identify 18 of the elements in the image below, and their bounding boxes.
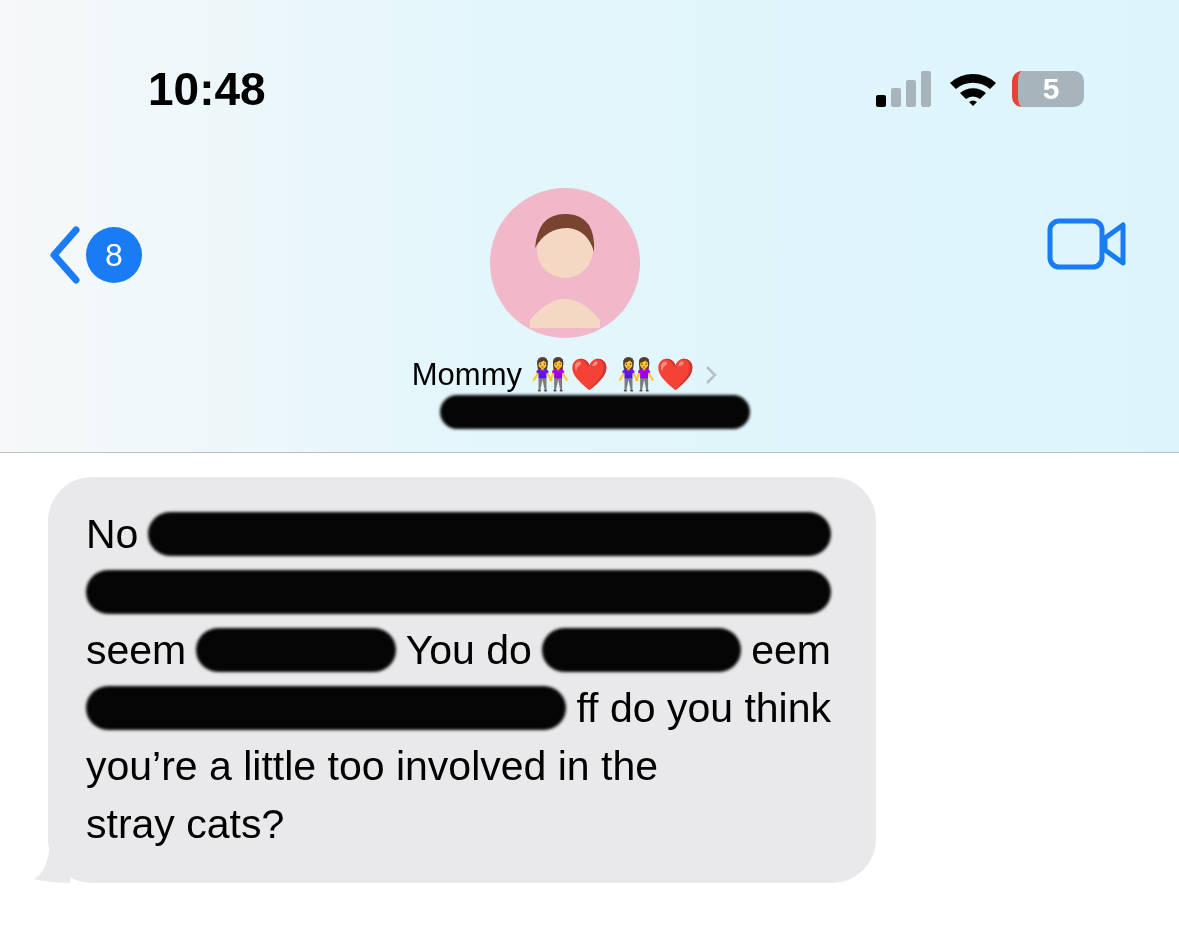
signal-icon	[876, 71, 934, 107]
message-text: ff do you think	[576, 684, 831, 732]
message-text: stray cats?	[86, 800, 285, 848]
status-time: 10:48	[148, 62, 267, 116]
video-call-icon[interactable]	[1047, 218, 1127, 270]
message-text: you’re a little too involved in the	[86, 742, 659, 790]
message-text: You do	[405, 626, 532, 674]
battery-icon: 5	[1012, 71, 1084, 107]
message-text: eem	[751, 626, 831, 674]
back-button[interactable]: 8	[48, 226, 142, 284]
chevron-right-icon	[705, 364, 718, 385]
message-text: No	[86, 510, 139, 558]
message-text: seem	[86, 626, 187, 674]
unread-badge: 8	[86, 227, 142, 283]
wifi-icon	[948, 71, 998, 107]
contact-name[interactable]: Mommy 👭❤ 👭❤	[411, 356, 718, 393]
avatar[interactable]	[489, 188, 640, 338]
chevron-left-icon	[48, 226, 82, 284]
